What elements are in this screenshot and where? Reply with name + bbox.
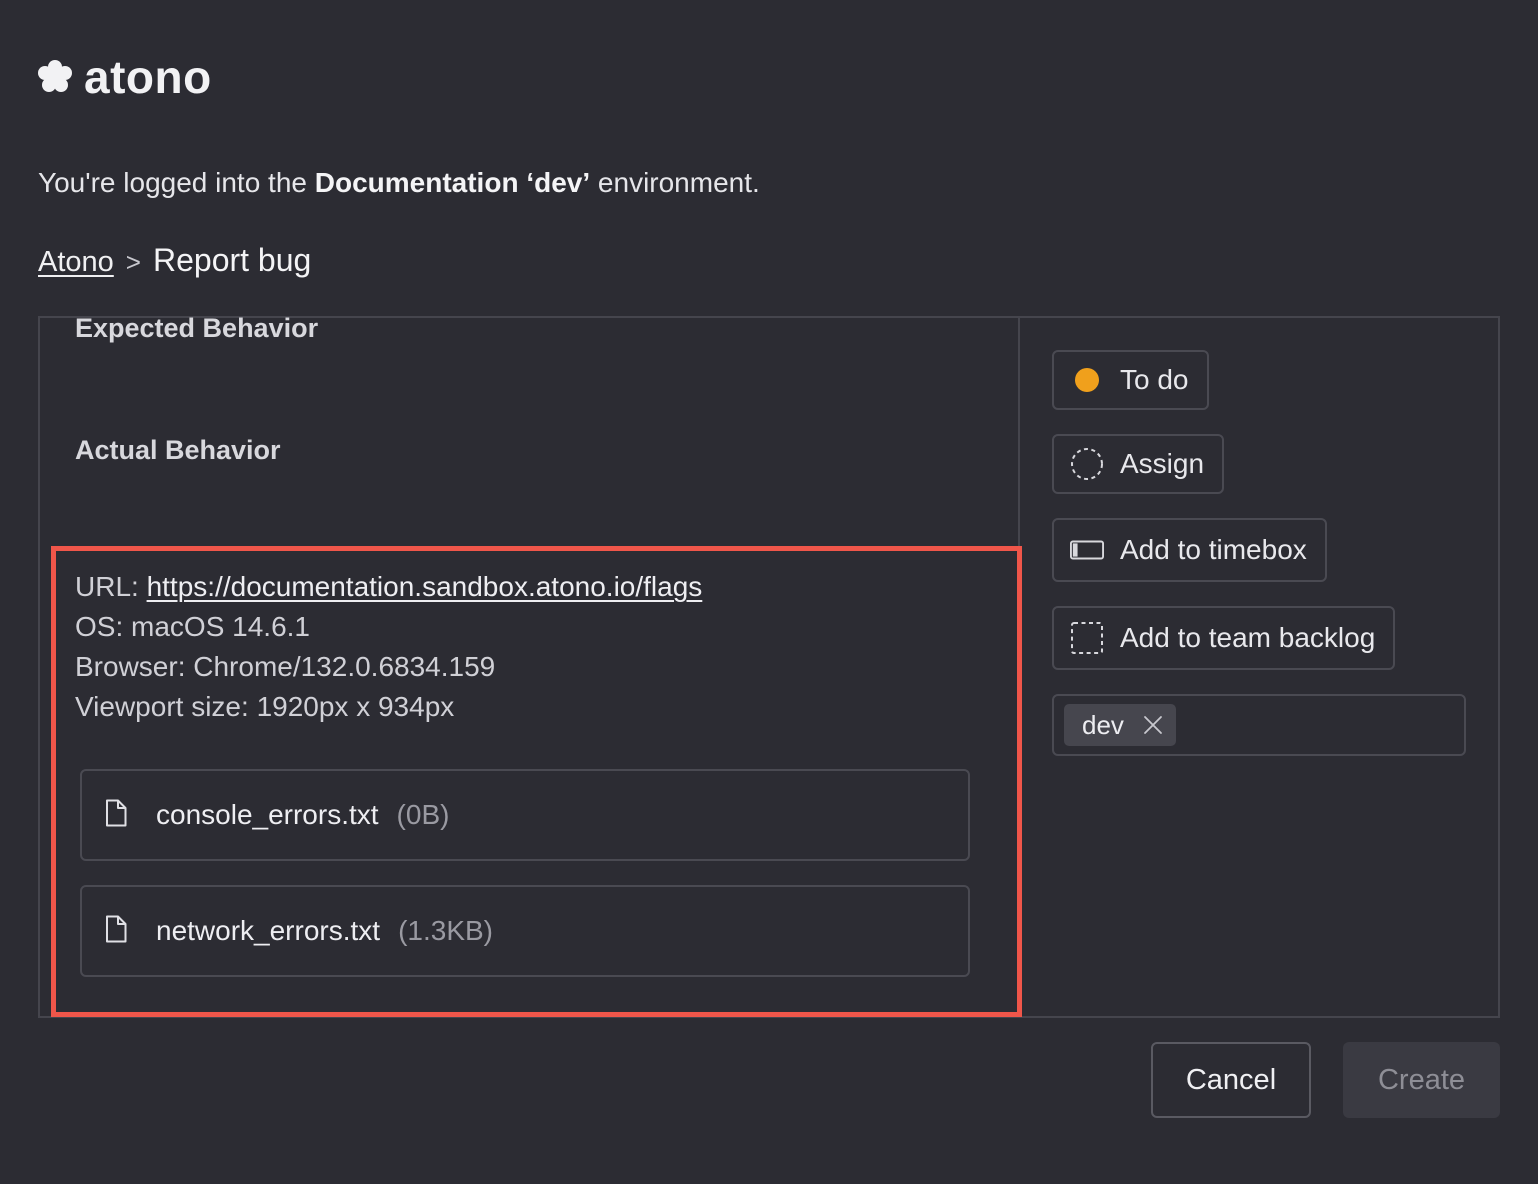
- tags-input[interactable]: dev: [1052, 694, 1466, 756]
- file-icon: [104, 799, 132, 831]
- file-icon: [104, 915, 132, 947]
- url-link[interactable]: https://documentation.sandbox.atono.io/f…: [147, 571, 703, 602]
- report-bug-page: atono You're logged into the Documentati…: [0, 0, 1538, 1184]
- timebox-label: Add to timebox: [1120, 534, 1307, 565]
- close-icon[interactable]: [1142, 714, 1164, 736]
- assign-button[interactable]: Assign: [1052, 434, 1225, 494]
- metadata-os: OS: macOS 14.6.1: [75, 611, 310, 642]
- metadata-browser: Browser: Chrome/132.0.6834.159: [75, 651, 496, 682]
- status-dot: [1075, 368, 1099, 392]
- env-name: Documentation ‘dev’: [314, 167, 591, 198]
- flower-logo-icon: [38, 60, 72, 92]
- actual-behavior-label[interactable]: Actual Behavior: [75, 434, 281, 466]
- status-button[interactable]: To do: [1052, 350, 1209, 410]
- expected-behavior-label[interactable]: Expected Behavior: [75, 312, 318, 344]
- url-label: URL:: [75, 571, 147, 602]
- timebox-icon: [1070, 533, 1104, 567]
- environment-notice: You're logged into the Documentation ‘de…: [38, 166, 760, 200]
- backlog-label: Add to team backlog: [1120, 622, 1376, 653]
- breadcrumb-atono-link[interactable]: Atono: [38, 242, 114, 282]
- attachment-size: (0B): [396, 799, 450, 830]
- env-prefix: You're logged into the: [38, 167, 315, 198]
- page-title: Report bug: [152, 242, 312, 278]
- breadcrumb: Atono > Report bug: [38, 240, 311, 282]
- dashed-circle-icon: [1070, 447, 1104, 481]
- metadata-viewport: Viewport size: 1920px x 934px: [75, 691, 455, 722]
- panel-divider: [1018, 316, 1020, 1018]
- env-suffix: environment.: [590, 167, 760, 198]
- attachment-network-errors[interactable]: network_errors.txt (1.3KB): [80, 885, 970, 977]
- metadata-url: URL: https://documentation.sandbox.atono…: [75, 570, 702, 604]
- add-to-timebox-button[interactable]: Add to timebox: [1052, 518, 1327, 582]
- attachment-name: network_errors.txt: [156, 915, 381, 946]
- create-button[interactable]: Create: [1343, 1042, 1500, 1118]
- attachment-name: console_errors.txt: [156, 799, 379, 830]
- attachment-size: (1.3KB): [398, 915, 494, 946]
- tag-label: dev: [1082, 709, 1124, 740]
- attachment-console-errors[interactable]: console_errors.txt (0B): [80, 769, 970, 861]
- cancel-button[interactable]: Cancel: [1151, 1042, 1311, 1118]
- breadcrumb-separator: >: [125, 247, 141, 277]
- assign-label: Assign: [1120, 448, 1205, 479]
- add-to-team-backlog-button[interactable]: Add to team backlog: [1052, 606, 1396, 670]
- status-label: To do: [1120, 364, 1189, 395]
- brand-name: atono: [84, 51, 212, 103]
- status-dot-icon: [1070, 363, 1104, 397]
- tag-chip: dev: [1064, 704, 1176, 746]
- atono-logo: atono: [38, 52, 212, 102]
- dashed-square-icon: [1070, 621, 1104, 655]
